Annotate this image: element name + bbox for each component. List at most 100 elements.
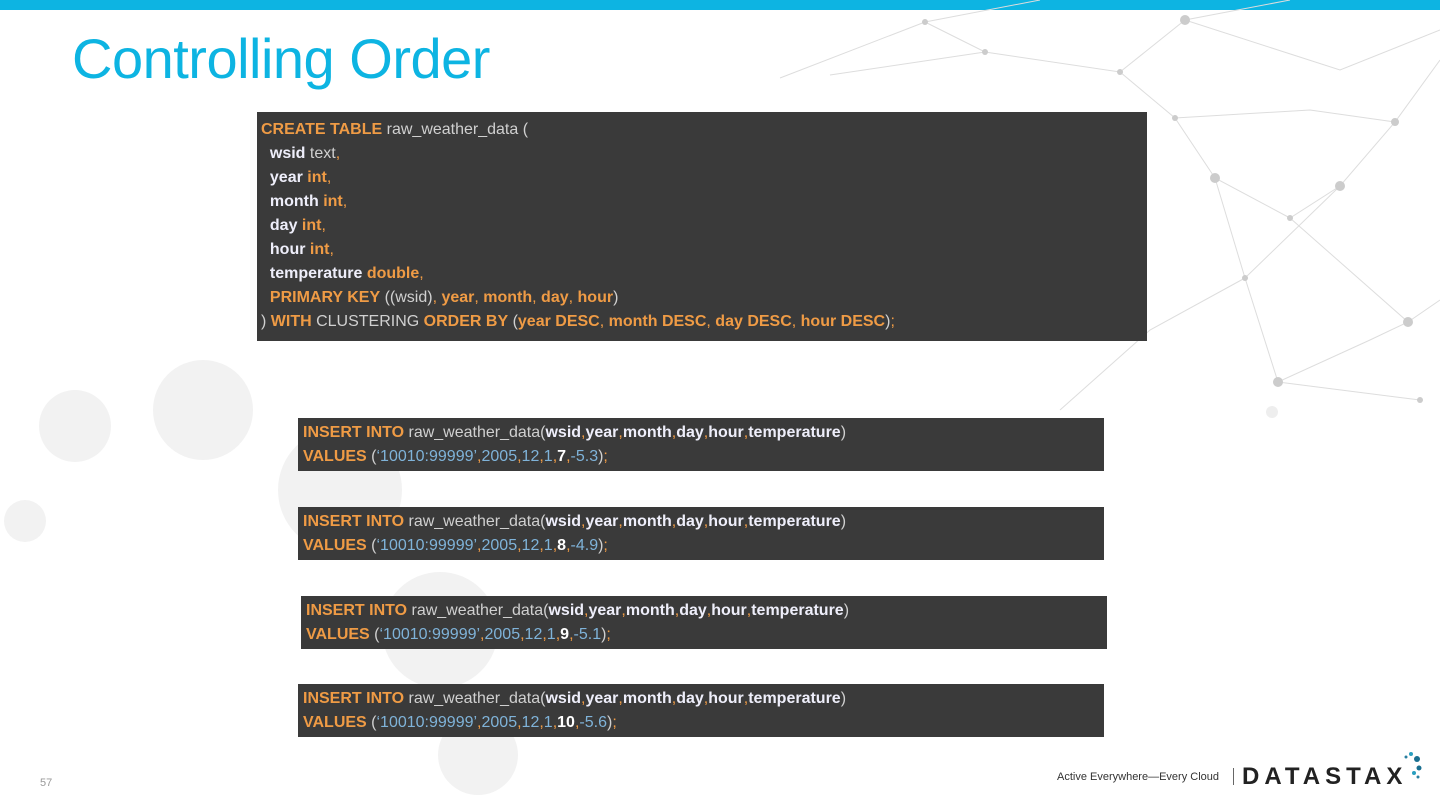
code-token: 10 <box>557 714 575 731</box>
code-token: 1 <box>543 537 553 554</box>
code-token: , <box>791 313 801 330</box>
code-token: month <box>622 690 672 707</box>
code-token: month <box>483 289 533 306</box>
code-token: ; <box>603 448 608 465</box>
code-token: double <box>362 265 420 282</box>
code-token: VALUES <box>306 626 370 643</box>
code-token: ‘10010:99999’ <box>376 714 478 731</box>
code-token: hour <box>708 690 744 707</box>
code-token: hour <box>577 289 614 306</box>
code-token: 2005 <box>481 537 518 554</box>
code-token: hour <box>708 424 744 441</box>
code-line: INSERT INTO raw_weather_data(wsid,year,m… <box>306 599 1107 623</box>
code-token: year <box>441 289 475 306</box>
code-token: raw_weather_data( <box>404 424 546 441</box>
code-token: ( <box>366 537 377 554</box>
code-token: raw_weather_data( <box>404 513 546 530</box>
insert-code-block: INSERT INTO raw_weather_data(wsid,year,m… <box>298 684 1104 737</box>
code-line: ) WITH CLUSTERING ORDER BY (year DESC, m… <box>261 310 1147 334</box>
code-token: INSERT INTO <box>306 602 408 619</box>
code-token: int <box>318 193 343 210</box>
insert-code-block: INSERT INTO raw_weather_data(wsid,year,m… <box>298 418 1104 471</box>
code-token: , <box>706 313 716 330</box>
code-line: INSERT INTO raw_weather_data(wsid,year,m… <box>303 510 1104 534</box>
code-token: ‘10010:99999’ <box>379 626 481 643</box>
code-token: , <box>342 193 348 210</box>
code-token: ( <box>366 714 377 731</box>
code-token: INSERT INTO <box>303 690 405 707</box>
code-token: 1 <box>543 714 553 731</box>
code-token: month <box>261 193 319 210</box>
code-line: VALUES (‘10010:99999’,2005,12,1,7,-5.3); <box>303 445 1104 469</box>
code-token: INSERT INTO <box>303 424 405 441</box>
code-token: ; <box>603 537 608 554</box>
code-token: day <box>676 424 704 441</box>
code-token: month <box>625 602 675 619</box>
code-token: wsid <box>545 513 582 530</box>
code-token: month <box>622 513 672 530</box>
code-line: CREATE TABLE raw_weather_data ( <box>261 118 1147 142</box>
code-token: 1 <box>543 448 553 465</box>
code-token: text <box>305 145 336 162</box>
code-token: int <box>305 241 330 258</box>
code-token: ) <box>613 289 619 306</box>
code-token: -4.9 <box>570 537 599 554</box>
code-token: 12 <box>521 537 540 554</box>
code-token: year <box>585 690 619 707</box>
code-token: 2005 <box>484 626 521 643</box>
code-token: year <box>585 513 619 530</box>
code-token: CLUSTERING <box>311 313 424 330</box>
code-token: ) <box>261 313 271 330</box>
code-token: day <box>261 217 298 234</box>
code-token: ) <box>843 602 850 619</box>
code-token: ; <box>890 313 895 330</box>
code-token: wsid <box>261 145 306 162</box>
code-token: , <box>321 217 326 234</box>
code-line: month int, <box>261 190 1147 214</box>
code-token: day <box>676 513 704 530</box>
code-token: day DESC <box>715 313 792 330</box>
insert-code-block: INSERT INTO raw_weather_data(wsid,year,m… <box>301 596 1107 649</box>
code-token: ORDER BY <box>423 313 509 330</box>
insert-code-block: INSERT INTO raw_weather_data(wsid,year,m… <box>298 507 1104 560</box>
code-token: 12 <box>521 448 540 465</box>
logo-dots-icon <box>1404 752 1422 779</box>
code-token: -5.3 <box>570 448 599 465</box>
code-token: int <box>297 217 322 234</box>
code-token: 12 <box>524 626 543 643</box>
code-line: temperature double, <box>261 262 1147 286</box>
code-line: INSERT INTO raw_weather_data(wsid,year,m… <box>303 687 1104 711</box>
code-token: year <box>261 169 303 186</box>
slide-title: Controlling Order <box>72 27 490 90</box>
code-line: hour int, <box>261 238 1147 262</box>
code-token: ((wsid) <box>380 289 433 306</box>
code-token: , <box>335 145 341 162</box>
code-token: year <box>585 424 619 441</box>
create-table-code-block: CREATE TABLE raw_weather_data ( wsid tex… <box>257 112 1147 341</box>
code-token: hour DESC <box>800 313 886 330</box>
code-token: ; <box>606 626 611 643</box>
code-line: wsid text, <box>261 142 1147 166</box>
code-token: temperature <box>261 265 363 282</box>
code-token: 8 <box>557 537 567 554</box>
code-token: WITH <box>270 313 312 330</box>
code-line: PRIMARY KEY ((wsid), year, month, day, h… <box>261 286 1147 310</box>
code-line: VALUES (‘10010:99999’,2005,12,1,9,-5.1); <box>306 623 1107 647</box>
code-line: year int, <box>261 166 1147 190</box>
code-line: day int, <box>261 214 1147 238</box>
code-token: ; <box>612 714 617 731</box>
code-token: hour <box>261 241 306 258</box>
code-token: ( <box>369 626 380 643</box>
page-number: 57 <box>40 777 53 789</box>
code-token: temperature <box>748 690 841 707</box>
code-token: ( <box>508 313 518 330</box>
code-token: CREATE TABLE <box>261 121 383 138</box>
code-token: raw_weather_data( <box>404 690 546 707</box>
code-token: ‘10010:99999’ <box>376 537 478 554</box>
code-token: -5.1 <box>573 626 602 643</box>
code-token: hour <box>708 513 744 530</box>
top-accent-bar <box>0 0 1440 10</box>
code-line: INSERT INTO raw_weather_data(wsid,year,m… <box>303 421 1104 445</box>
code-token: month <box>622 424 672 441</box>
code-token: ‘10010:99999’ <box>376 448 478 465</box>
